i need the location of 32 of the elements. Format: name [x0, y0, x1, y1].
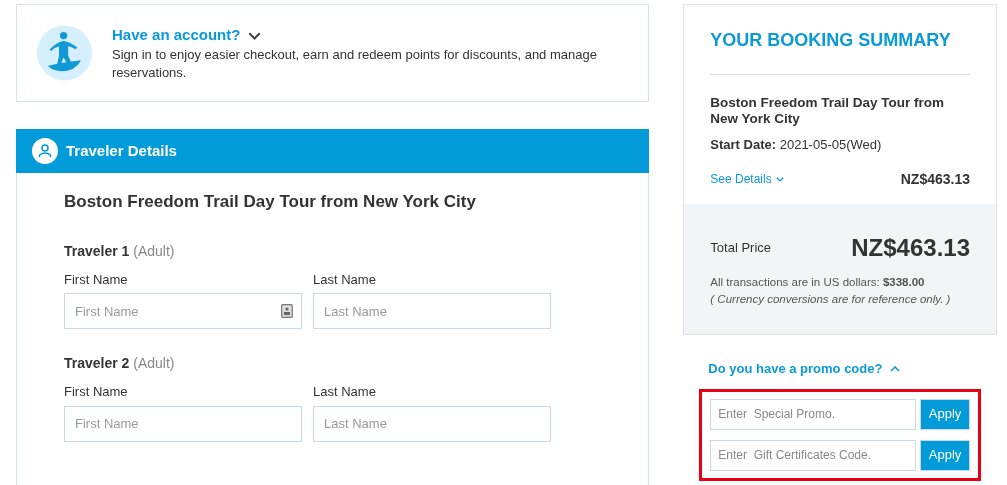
traveler-heading: Traveler 2 (Adult)	[64, 354, 176, 373]
promo-toggle[interactable]: Do you have a promo code?	[708, 359, 901, 379]
total-label: Total Price	[710, 238, 772, 257]
surfer-icon	[37, 23, 93, 83]
summary-title: YOUR BOOKING SUMMARY	[710, 27, 970, 75]
start-date-label: Start Date:	[710, 137, 777, 152]
apply-button[interactable]: Apply	[919, 439, 971, 471]
account-link[interactable]: Have an account?	[112, 23, 241, 47]
promo-code-field[interactable]: Enter Gift Certificates Code.	[710, 439, 916, 471]
apply-button[interactable]: Apply	[919, 398, 971, 430]
name-field[interactable]: First Name	[64, 405, 302, 442]
account-description: Sign in to enjoy easier checkout, earn and redeem points for discounts, and manage reservations.	[112, 46, 598, 83]
name-field[interactable]: Last Name	[313, 293, 551, 329]
person-icon	[32, 138, 58, 164]
promo-code-field[interactable]: Enter Special Promo.	[710, 398, 916, 430]
traveler-heading: Traveler 1 (Adult)	[64, 241, 176, 261]
usd-note: All transactions are in US dollars: $338.00	[710, 274, 926, 290]
field-label: First Name	[64, 383, 129, 401]
field-label: Last Name	[313, 270, 377, 289]
name-field[interactable]: First Name	[64, 293, 302, 329]
conversion-note: ( Currency conversions are for reference only. )	[710, 291, 952, 307]
see-details-link[interactable]: See Details	[710, 170, 784, 188]
section-title: Traveler Details	[66, 140, 177, 161]
tour-title: Boston Freedom Trail Day Tour from New York City	[64, 191, 477, 213]
item-price: NZ$463.13	[900, 169, 970, 189]
contact-card-icon[interactable]	[281, 304, 293, 318]
name-field[interactable]: Last Name	[313, 405, 551, 442]
tour-name: Boston Freedom Trail Day Tour from New York City	[710, 95, 946, 127]
total-price: NZ$463.13	[851, 232, 970, 263]
start-date: 2021-05-05(Wed)	[779, 137, 882, 152]
field-label: Last Name	[313, 383, 377, 401]
field-label: First Name	[64, 270, 129, 289]
